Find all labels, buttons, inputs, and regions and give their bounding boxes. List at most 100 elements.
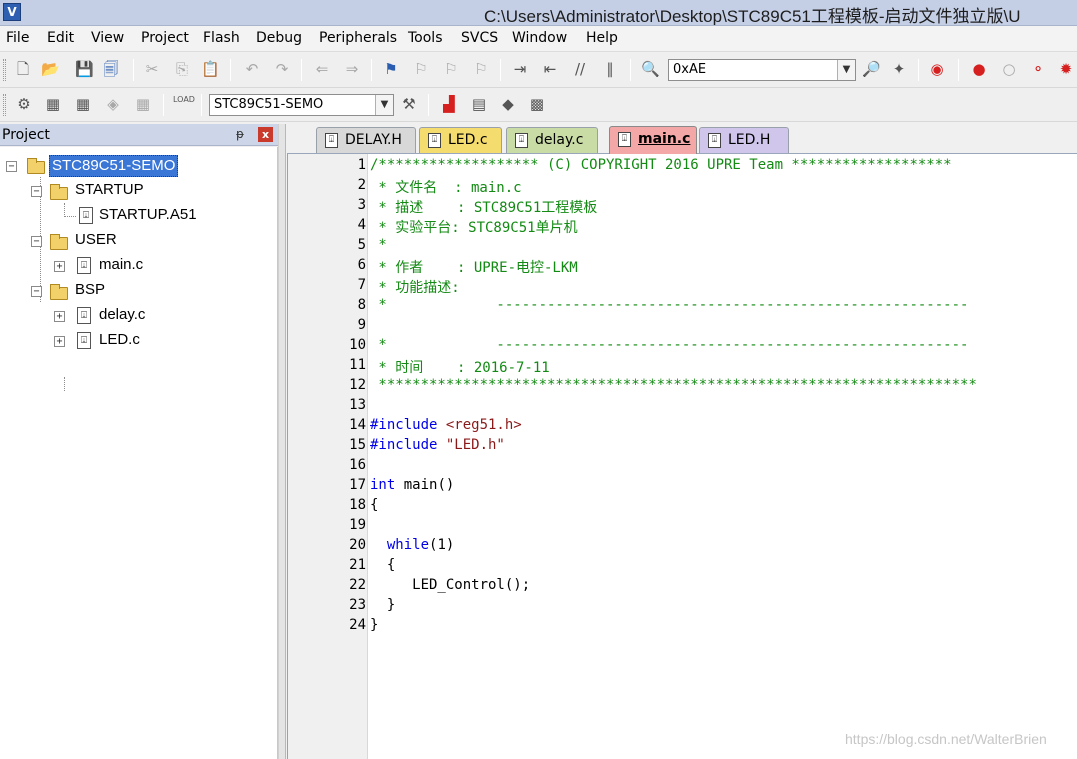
- tree-group-startup[interactable]: − STARTUP: [0, 180, 278, 202]
- cut-icon[interactable]: ✂: [143, 60, 161, 78]
- code-editor[interactable]: 1 2 3 4 5 6 7 8 9 10 11 12 13 14 15 16 17 18 19 20 21 22 23 24 …: [287, 154, 1077, 759]
- close-icon[interactable]: x: [258, 127, 273, 142]
- kill-breakpoints-icon[interactable]: ✹: [1057, 60, 1075, 78]
- menu-tools[interactable]: Tools: [408, 30, 443, 46]
- menu-peripherals[interactable]: Peripherals: [319, 30, 397, 46]
- debug-session-icon[interactable]: ◉: [928, 60, 946, 78]
- paste-icon[interactable]: 📋: [201, 60, 220, 78]
- menu-help[interactable]: Help: [586, 30, 618, 46]
- tree-file-startup-a51[interactable]: ⍗ STARTUP.A51: [0, 205, 278, 227]
- tree-file-label: STARTUP.A51: [99, 206, 197, 223]
- save-icon[interactable]: 💾: [75, 60, 94, 78]
- tab-led-h[interactable]: ⍗ LED.H: [699, 127, 789, 153]
- menu-file[interactable]: File: [6, 30, 29, 46]
- build-icon[interactable]: ▦: [44, 95, 62, 113]
- disable-all-breakpoints-icon[interactable]: ⚬: [1029, 60, 1047, 78]
- uncomment-icon[interactable]: ∥: [601, 60, 619, 78]
- code-token: * 实验平台: STC89C51单片机: [370, 220, 578, 236]
- expand-icon[interactable]: +: [54, 261, 65, 272]
- expand-icon[interactable]: +: [54, 311, 65, 322]
- menu-flash[interactable]: Flash: [203, 30, 240, 46]
- open-folder-icon[interactable]: 📂: [41, 60, 60, 78]
- disable-breakpoint-icon[interactable]: ○: [1000, 60, 1018, 78]
- redo-icon[interactable]: ↷: [273, 60, 291, 78]
- code-token: ****************************************…: [370, 377, 977, 393]
- select-packs-icon[interactable]: ▩: [528, 95, 546, 113]
- tree-group-user[interactable]: − USER: [0, 230, 278, 252]
- tree-file-delay-c[interactable]: + ⍗ delay.c: [0, 305, 278, 327]
- target-options-icon[interactable]: ⚒: [400, 95, 418, 113]
- tree-group-bsp[interactable]: − BSP: [0, 280, 278, 302]
- collapse-icon[interactable]: −: [31, 236, 42, 247]
- nav-forward-icon[interactable]: ⇒: [343, 60, 361, 78]
- line-number: 9: [357, 317, 366, 333]
- menu-edit[interactable]: Edit: [47, 30, 74, 46]
- chevron-down-icon[interactable]: ▼: [837, 60, 855, 80]
- next-bookmark-icon[interactable]: ⚐: [442, 60, 460, 78]
- undo-icon[interactable]: ↶: [243, 60, 261, 78]
- menu-debug[interactable]: Debug: [256, 30, 302, 46]
- code-token: #include: [370, 417, 446, 433]
- tab-delay-c[interactable]: ⍗ delay.c: [506, 127, 598, 153]
- keil-icon[interactable]: V: [3, 3, 21, 21]
- line-number: 1: [357, 157, 366, 173]
- manage-project-items-icon[interactable]: ▤: [470, 95, 488, 113]
- download-icon-label: LOAD: [173, 95, 195, 104]
- stop-build-icon[interactable]: ▦: [134, 95, 152, 113]
- panel-splitter[interactable]: [278, 124, 286, 759]
- target-select[interactable]: STC89C51-SEMO ▼: [209, 94, 394, 116]
- menu-svcs[interactable]: SVCS: [461, 30, 498, 46]
- bookmark-icon[interactable]: ⚑: [382, 60, 400, 78]
- clear-bookmarks-icon[interactable]: ⚐: [472, 60, 490, 78]
- collapse-icon[interactable]: −: [31, 286, 42, 297]
- collapse-icon[interactable]: −: [31, 186, 42, 197]
- toolbar-grip[interactable]: [3, 59, 6, 81]
- copy-icon[interactable]: ⎘: [173, 60, 191, 78]
- translate-icon[interactable]: ⚙: [15, 95, 33, 113]
- incremental-find-icon[interactable]: ✦: [890, 60, 908, 78]
- menu-project[interactable]: Project: [141, 30, 189, 46]
- unindent-icon[interactable]: ⇤: [541, 60, 559, 78]
- breakpoint-icon[interactable]: ●: [970, 60, 988, 78]
- chevron-down-icon[interactable]: ▼: [375, 95, 393, 115]
- tab-label: delay.c: [535, 132, 584, 148]
- pin-icon[interactable]: ᵽ: [236, 127, 244, 141]
- manage-run-time-environment-icon[interactable]: ◆: [499, 95, 517, 113]
- tab-led-c[interactable]: ⍗ LED.c: [419, 127, 502, 153]
- code-token: * --------------------------------------…: [370, 337, 969, 353]
- tab-delay-h[interactable]: ⍗ DELAY.H: [316, 127, 416, 153]
- toolbar-grip[interactable]: [3, 94, 6, 116]
- tree-file-main-c[interactable]: + ⍗ main.c: [0, 255, 278, 277]
- code-line: int main(): [370, 477, 454, 493]
- tree-file-led-c[interactable]: + ⍗ LED.c: [0, 330, 278, 352]
- menu-window[interactable]: Window: [512, 30, 567, 46]
- find-icon[interactable]: 🔎: [862, 60, 881, 78]
- menu-view[interactable]: View: [91, 30, 124, 46]
- save-all-icon[interactable]: 🗐: [102, 60, 120, 78]
- code-token: LED_Control();: [370, 577, 531, 593]
- batch-build-icon[interactable]: ◈: [104, 95, 122, 113]
- new-file-icon[interactable]: 🗋: [14, 60, 32, 78]
- tab-main-c[interactable]: ⍗ main.c: [609, 126, 697, 154]
- tree-root[interactable]: − STC89C51-SEMO: [0, 155, 278, 177]
- rebuild-icon[interactable]: ▦: [74, 95, 92, 113]
- file-icon: ⍗: [79, 207, 93, 224]
- find-combobox[interactable]: 0xAE ▼: [668, 59, 856, 81]
- expand-icon[interactable]: +: [54, 336, 65, 347]
- code-line: * 作者 : UPRE-电控-LKM: [370, 257, 577, 277]
- file-extensions-icon[interactable]: ▟: [440, 95, 458, 113]
- window-title: C:\Users\Administrator\Desktop\STC89C51工…: [484, 7, 1021, 26]
- code-line: #include <reg51.h>: [370, 417, 522, 433]
- find-in-files-icon[interactable]: 🔍: [641, 60, 660, 78]
- collapse-icon[interactable]: −: [6, 161, 17, 172]
- download-icon[interactable]: LOAD: [173, 95, 195, 113]
- comment-icon[interactable]: //: [571, 60, 589, 78]
- indent-icon[interactable]: ⇥: [511, 60, 529, 78]
- prev-bookmark-icon[interactable]: ⚐: [412, 60, 430, 78]
- line-number: 15: [349, 437, 366, 453]
- target-select-value: STC89C51-SEMO: [214, 97, 324, 112]
- code-token: "LED.h": [445, 437, 505, 453]
- tab-label: LED.c: [448, 132, 488, 148]
- nav-back-icon[interactable]: ⇐: [313, 60, 331, 78]
